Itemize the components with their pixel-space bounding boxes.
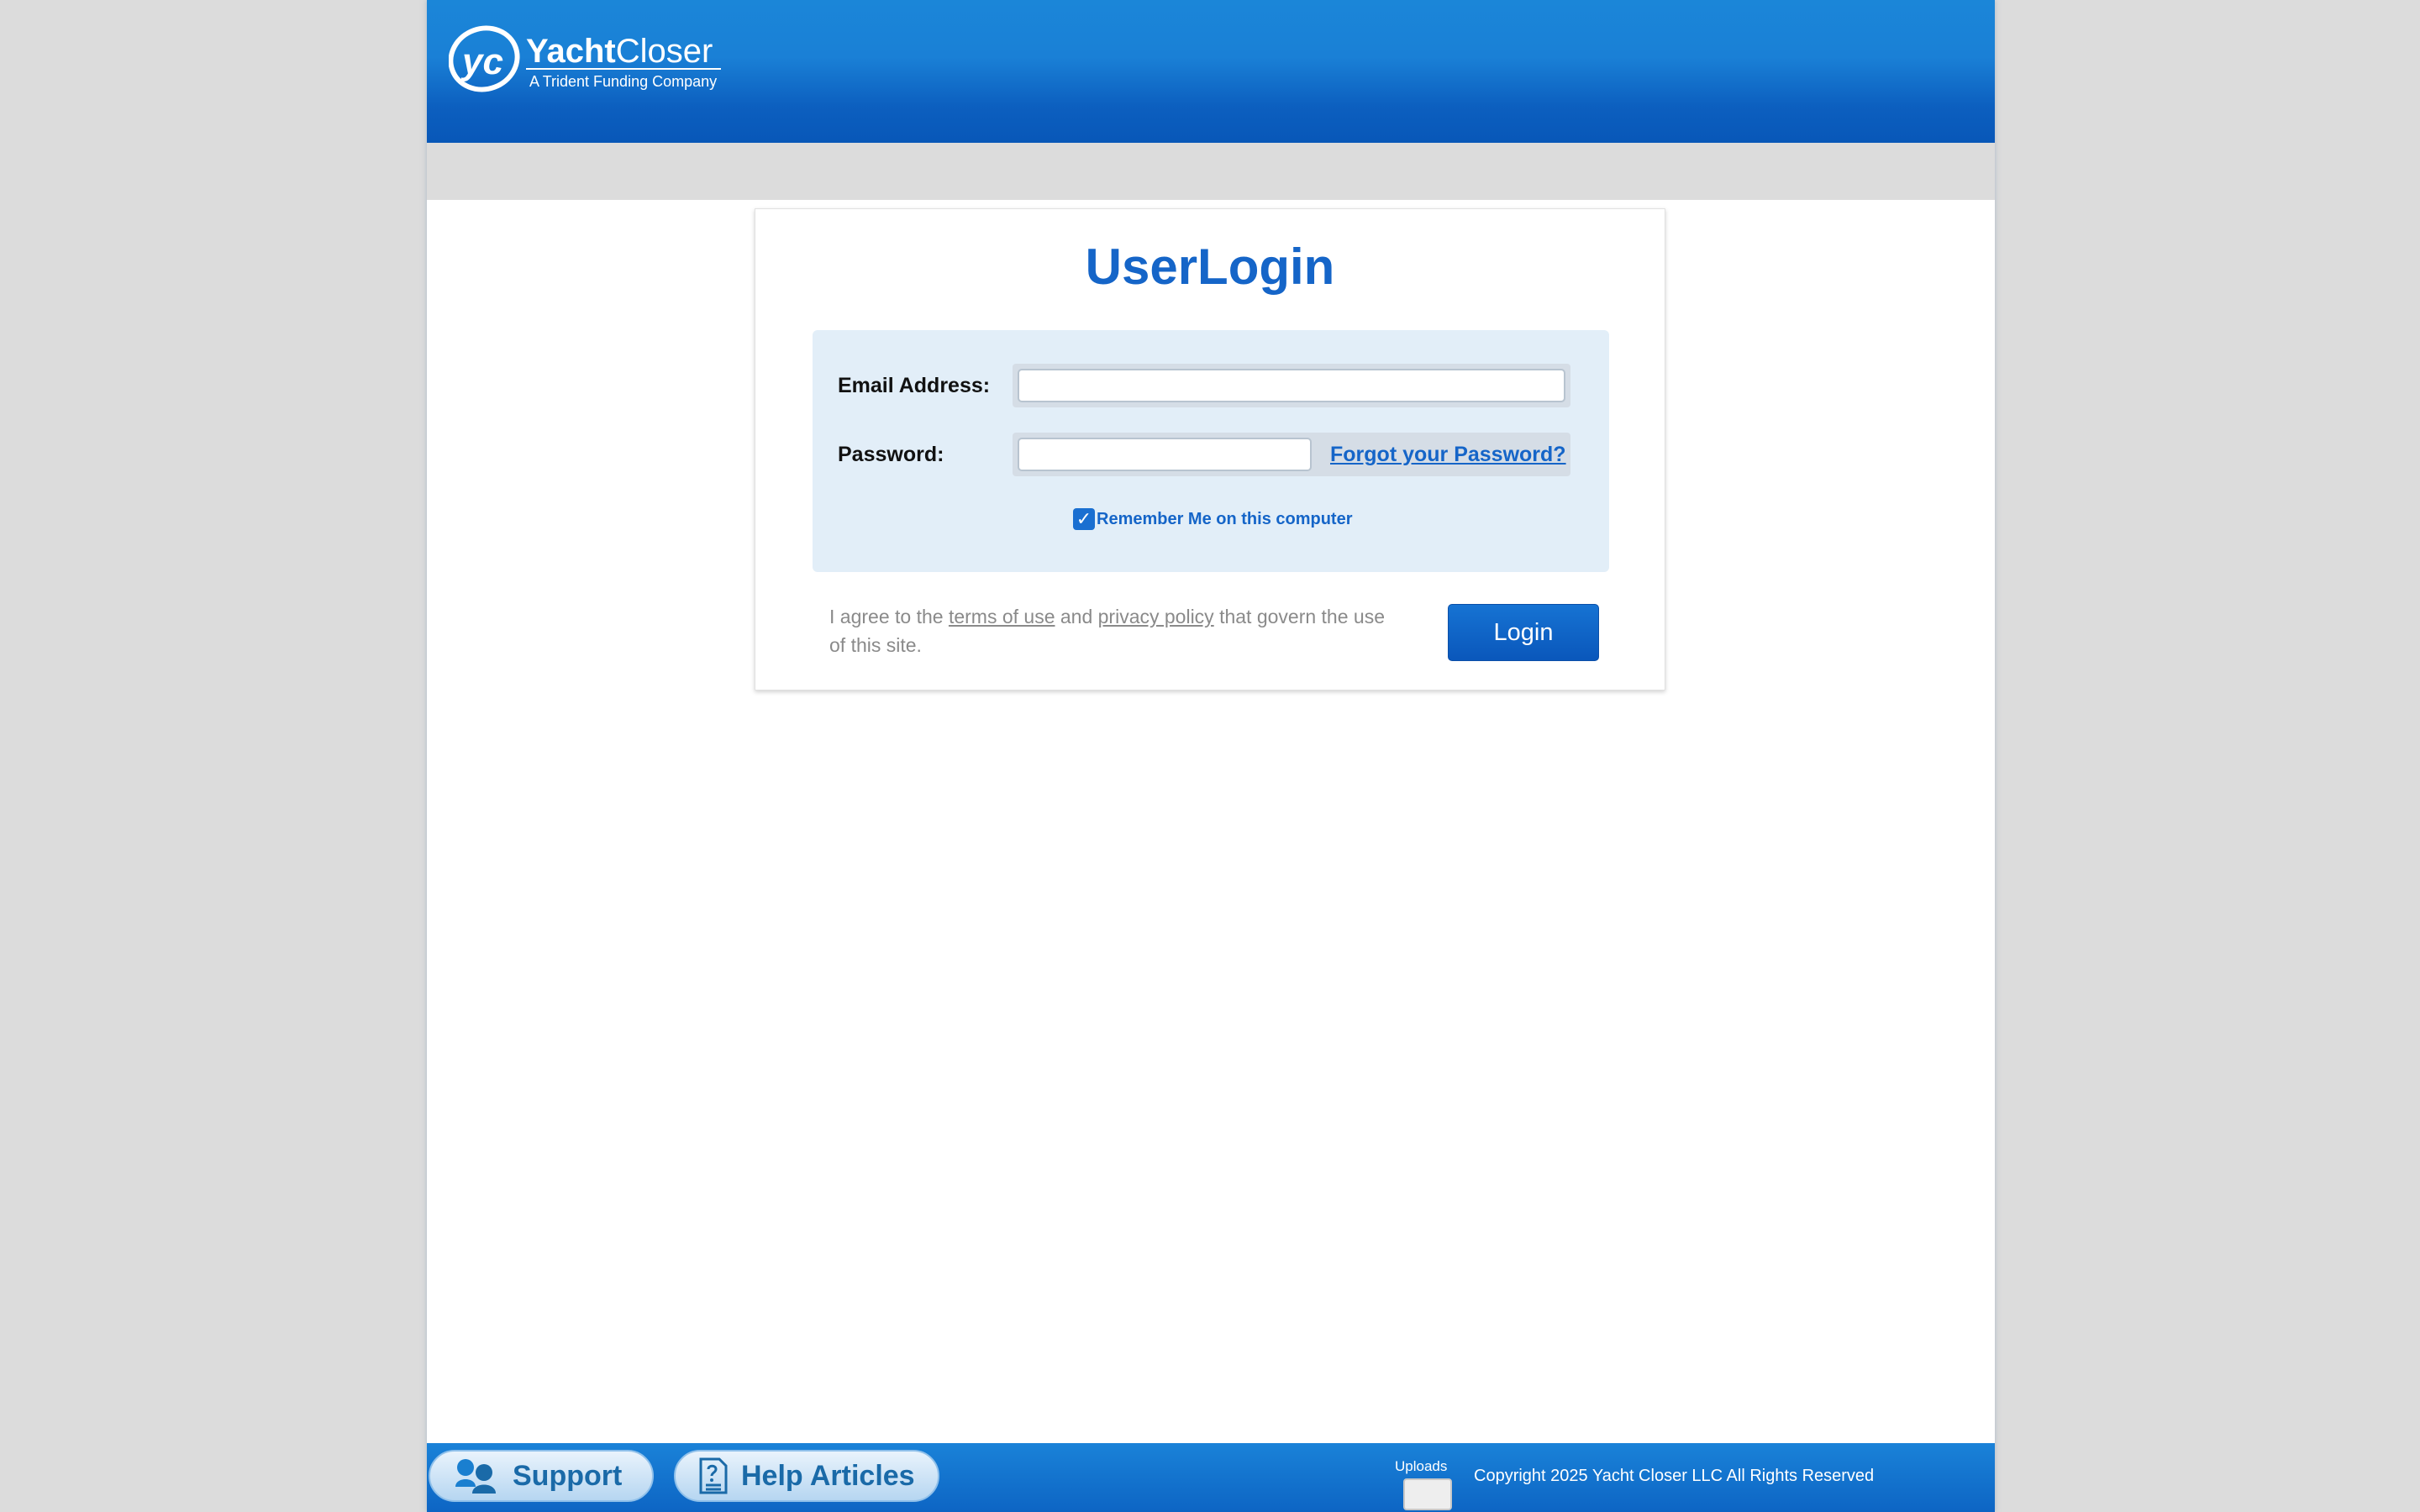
yachtcloser-logo[interactable]: yc YachtCloser A Trident Funding Company	[449, 22, 734, 94]
support-label: Support	[513, 1459, 623, 1492]
help-document-icon	[697, 1457, 729, 1495]
header-bar: yc YachtCloser A Trident Funding Company	[427, 0, 1995, 143]
password-input[interactable]	[1018, 438, 1312, 471]
uploads-label: Uploads	[1395, 1458, 1448, 1474]
password-label: Password:	[838, 443, 944, 466]
forgot-password-link[interactable]: Forgot your Password?	[1330, 443, 1566, 467]
footer-bar: Support Help Articles Uploads Copyright …	[427, 1443, 1995, 1512]
email-field-wrapper	[1013, 364, 1570, 407]
login-button[interactable]: Login	[1448, 604, 1599, 661]
uploads-widget[interactable]	[1403, 1478, 1452, 1510]
page-container: yc YachtCloser A Trident Funding Company…	[427, 0, 1995, 1512]
support-chat-icon	[452, 1457, 501, 1495]
terms-agreement-text: I agree to the terms of use and privacy …	[829, 602, 1401, 659]
logo-monogram: yc	[460, 41, 503, 82]
email-input[interactable]	[1018, 369, 1565, 402]
agree-prefix: I agree to the	[829, 606, 949, 627]
login-card: UserLogin Email Address: Password: Forgo…	[755, 208, 1665, 690]
login-form-panel: Email Address: Password: Forgot your Pas…	[813, 330, 1609, 572]
privacy-policy-link[interactable]: privacy policy	[1098, 606, 1214, 627]
logo-brand-light: Closer	[616, 33, 713, 70]
svg-text:YachtCloser: YachtCloser	[526, 33, 713, 70]
remember-me-label[interactable]: Remember Me on this computer	[1097, 510, 1353, 529]
terms-of-use-link[interactable]: terms of use	[949, 606, 1055, 627]
help-articles-button[interactable]: Help Articles	[674, 1450, 939, 1502]
agree-middle: and	[1055, 606, 1098, 627]
remember-me-row[interactable]: ✓ Remember Me on this computer	[1073, 507, 1353, 532]
login-title: UserLogin	[1085, 239, 1335, 295]
help-articles-label: Help Articles	[741, 1459, 915, 1492]
password-field-wrapper: Forgot your Password?	[1013, 433, 1570, 476]
sub-navigation-bar	[427, 143, 1995, 200]
remember-me-checkbox[interactable]: ✓	[1073, 508, 1095, 530]
copyright-text: Copyright 2025 Yacht Closer LLC All Righ…	[1474, 1467, 1875, 1485]
support-button[interactable]: Support	[429, 1450, 654, 1502]
logo-brand-bold: Yacht	[526, 33, 616, 70]
logo-tagline: A Trident Funding Company	[529, 73, 717, 90]
email-label: Email Address:	[838, 374, 991, 397]
